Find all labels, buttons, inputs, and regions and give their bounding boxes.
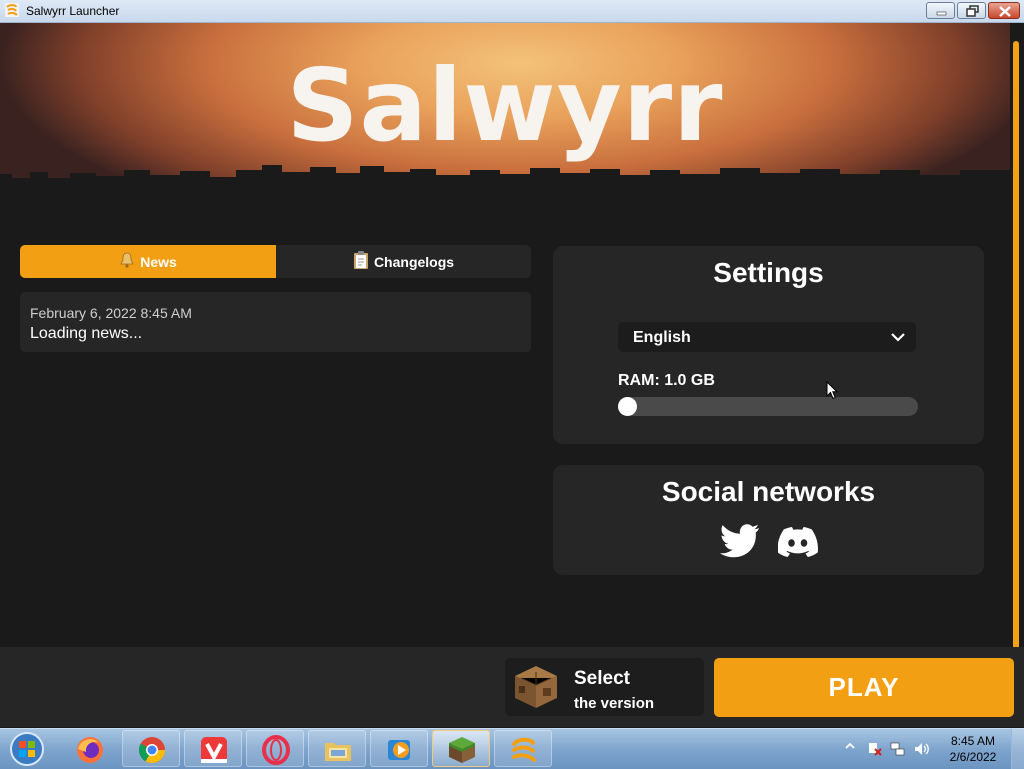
- vivaldi-icon: [201, 737, 227, 763]
- show-desktop-button[interactable]: [1011, 729, 1024, 769]
- chevron-down-icon: [891, 333, 905, 342]
- clipboard-icon: [353, 251, 369, 272]
- taskbar-chrome[interactable]: [122, 730, 180, 767]
- network-icon[interactable]: [890, 741, 906, 757]
- start-button[interactable]: [4, 730, 50, 768]
- taskbar-media-player[interactable]: [370, 730, 428, 767]
- taskbar-vivaldi[interactable]: [184, 730, 242, 767]
- scrollbar-thumb[interactable]: [1013, 41, 1019, 651]
- chrome-icon: [138, 737, 166, 764]
- twitter-icon[interactable]: [718, 524, 760, 558]
- taskbar-firefox[interactable]: [60, 730, 118, 767]
- settings-panel: Settings English RAM: 1.0 GB: [553, 246, 984, 444]
- version-select-sublabel: the version: [574, 695, 655, 712]
- ram-slider-handle[interactable]: [618, 397, 637, 416]
- language-select-value: English: [633, 329, 691, 346]
- file-explorer-icon: [325, 743, 351, 761]
- language-select[interactable]: English: [618, 322, 916, 352]
- salwyrr-app-icon: [5, 3, 19, 17]
- social-title: Social networks: [661, 476, 876, 507]
- firefox-icon: [77, 737, 103, 763]
- minecraft-icon: [449, 737, 475, 763]
- show-hidden-icons-icon[interactable]: [845, 741, 855, 751]
- bell-icon: [119, 252, 135, 271]
- media-player-icon: [388, 740, 410, 760]
- ram-label: RAM: 1.0 GB: [618, 372, 715, 389]
- clock-time[interactable]: 8:45 AM: [940, 734, 1006, 748]
- news-date: February 6, 2022 8:45 AM: [30, 305, 192, 321]
- tab-changelogs[interactable]: Changelogs: [276, 245, 531, 278]
- clock-date[interactable]: 2/6/2022: [940, 750, 1006, 764]
- close-button[interactable]: [988, 2, 1020, 19]
- tab-news[interactable]: News: [20, 245, 276, 278]
- minimize-button[interactable]: [926, 2, 955, 19]
- play-button[interactable]: PLAY: [714, 658, 1014, 717]
- taskbar-minecraft[interactable]: [432, 730, 490, 767]
- action-center-icon[interactable]: [867, 741, 883, 757]
- close-icon: [999, 6, 1011, 17]
- system-tray: 8:45 AM 2/6/2022: [840, 729, 1024, 769]
- window-title: Salwyrr Launcher: [26, 4, 120, 18]
- restore-button[interactable]: [957, 2, 986, 19]
- version-selector[interactable]: Select the version: [505, 658, 704, 716]
- opera-icon: [262, 735, 290, 765]
- discord-icon[interactable]: [778, 527, 818, 557]
- tab-changelogs-label: Changelogs: [373, 253, 455, 270]
- news-item: February 6, 2022 8:45 AM Loading news...: [20, 292, 531, 352]
- taskbar-opera[interactable]: [246, 730, 304, 767]
- tab-news-label: News: [140, 253, 177, 270]
- bottom-bar: Select the version PLAY: [0, 647, 1024, 727]
- taskbar-file-explorer[interactable]: [308, 730, 366, 767]
- crafting-table-icon: [515, 666, 557, 708]
- settings-title: Settings: [713, 257, 824, 288]
- news-body: Loading news...: [30, 325, 143, 342]
- social-panel: Social networks: [553, 465, 984, 575]
- mouse-cursor-icon: [826, 381, 838, 400]
- scrollbar[interactable]: [1010, 23, 1024, 651]
- minimize-icon: [936, 11, 947, 16]
- header-banner: Salwyrr: [0, 23, 1010, 208]
- window-titlebar: Salwyrr Launcher: [0, 0, 1024, 23]
- restore-icon: [966, 5, 979, 17]
- salwyrr-logo: Salwyrr: [286, 47, 724, 164]
- taskbar-salwyrr[interactable]: [494, 730, 552, 767]
- skyline-silhouette: [0, 165, 1010, 208]
- news-tabs: News Changelogs: [20, 245, 531, 278]
- volume-icon[interactable]: [914, 741, 930, 757]
- salwyrr-icon: [512, 737, 536, 762]
- ram-slider[interactable]: [618, 397, 918, 416]
- taskbar: 8:45 AM 2/6/2022: [0, 728, 1024, 769]
- version-select-label: Select: [574, 668, 630, 689]
